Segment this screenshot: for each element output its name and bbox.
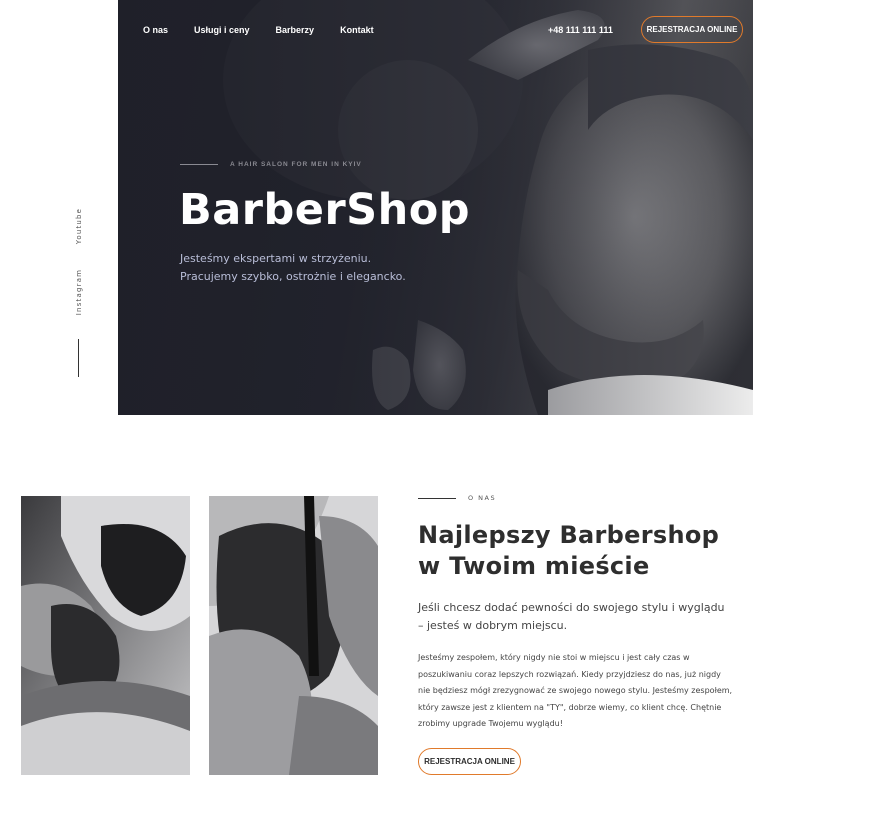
hero-subtitle-line1: Jesteśmy ekspertami w strzyżeniu.: [180, 252, 372, 265]
nav-item-services[interactable]: Usługi i ceny: [194, 25, 250, 35]
social-links: Youtube Instagram: [64, 200, 94, 400]
about-title: Najlepszy Barbershop w Twoim mieście: [418, 520, 738, 582]
about-title-line2: w Twoim mieście: [418, 552, 650, 580]
about-title-line1: Najlepszy Barbershop: [418, 521, 720, 549]
register-online-button[interactable]: REJESTRACJA ONLINE: [641, 16, 743, 43]
instagram-link[interactable]: Instagram: [75, 269, 83, 315]
about-lead: Jeśli chcesz dodać pewności do swojego s…: [418, 601, 725, 632]
youtube-link[interactable]: Youtube: [75, 208, 83, 244]
nav-item-contact[interactable]: Kontakt: [340, 25, 374, 35]
about-register-online-button[interactable]: REJESTRACJA ONLINE: [418, 748, 521, 775]
hero-subtitle-line2: Pracujemy szybko, ostrożnie i elegancko.: [180, 270, 406, 283]
eyebrow-line: [180, 164, 218, 165]
nav-item-about[interactable]: O nas: [143, 25, 168, 35]
about-body: Jesteśmy zespołem, który nigdy nie stoi …: [418, 653, 733, 728]
phone-number[interactable]: +48 111 111 111: [548, 25, 613, 35]
about-photo-razor-shave: [209, 496, 378, 775]
social-divider: [78, 339, 79, 377]
about-eyebrow-text: O NAS: [468, 494, 497, 502]
main-nav: O nas Usługi i ceny Barberzy Kontakt: [143, 25, 374, 35]
hero-subtitle: Jesteśmy ekspertami w strzyżeniu. Pracuj…: [180, 250, 406, 286]
hero-eyebrow: A HAIR SALON FOR MEN IN KYIV: [180, 161, 362, 168]
about-section: O NAS Najlepszy Barbershop w Twoim mieśc…: [418, 494, 738, 733]
eyebrow-line: [418, 497, 456, 499]
hero-title: BarberShop: [179, 185, 471, 235]
hero-eyebrow-text: A HAIR SALON FOR MEN IN KYIV: [230, 161, 362, 168]
hero-section: O nas Usługi i ceny Barberzy Kontakt +48…: [118, 0, 753, 415]
about-photo-beard-brush: [21, 496, 190, 775]
nav-item-barbers[interactable]: Barberzy: [276, 25, 315, 35]
about-eyebrow: O NAS: [418, 494, 738, 502]
